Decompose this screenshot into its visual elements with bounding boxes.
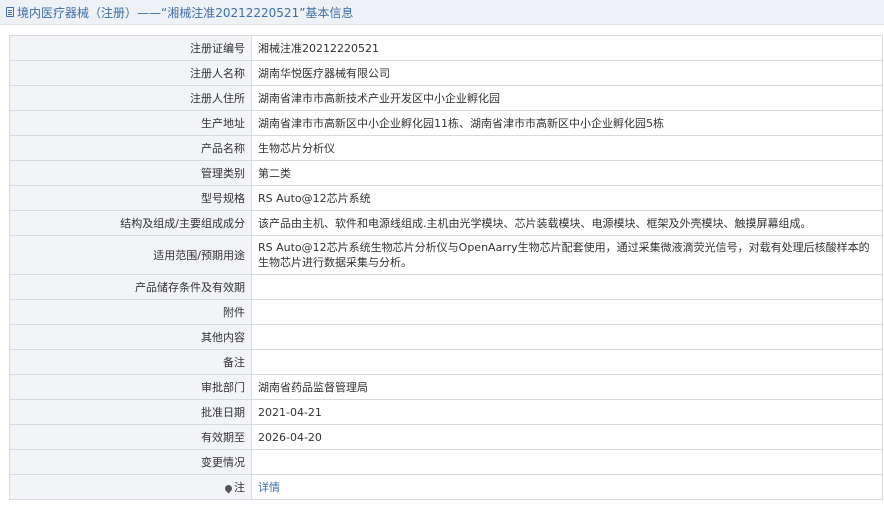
- row-value: 湖南省津市市高新区中小企业孵化园11栋、湖南省津市市高新区中小企业孵化园5栋: [251, 110, 883, 136]
- row-value: [251, 299, 883, 325]
- row-value: RS Auto@12芯片系统: [251, 185, 883, 211]
- row-label: 产品储存条件及有效期: [9, 274, 252, 300]
- row-label: 备注: [9, 349, 252, 375]
- row-label: 审批部门: [9, 374, 252, 400]
- note-value-cell: 详情: [251, 474, 883, 500]
- table-row: 管理类别 第二类: [9, 160, 883, 186]
- row-label: 变更情况: [9, 449, 252, 475]
- row-label: 结构及组成/主要组成成分: [9, 210, 252, 236]
- info-table: 注册证编号 湘械注准20212220521 注册人名称 湖南华悦医疗器械有限公司 注…: [9, 35, 883, 500]
- table-row: 结构及组成/主要组成成分 该产品由主机、软件和电源线组成.主机由光学模块、芯片装载…: [9, 210, 883, 236]
- row-label: 附件: [9, 299, 252, 325]
- page-title: 境内医疗器械（注册）——“湘械注准20212220521”基本信息: [17, 5, 354, 20]
- note-row: 注 详情: [9, 474, 883, 500]
- row-label: 有效期至: [9, 424, 252, 450]
- table-row: 产品储存条件及有效期: [9, 274, 883, 300]
- note-label-cell: 注: [9, 474, 252, 500]
- table-row: 注册人名称 湖南华悦医疗器械有限公司: [9, 60, 883, 86]
- row-value: [251, 274, 883, 300]
- row-value: [251, 449, 883, 475]
- row-label: 适用范围/预期用途: [9, 235, 252, 275]
- detail-link[interactable]: 详情: [258, 481, 280, 494]
- row-label: 批准日期: [9, 399, 252, 425]
- document-icon: [6, 7, 14, 17]
- row-value: 湘械注准20212220521: [251, 35, 883, 61]
- table-row: 产品名称 生物芯片分析仪: [9, 135, 883, 161]
- table-row: 附件: [9, 299, 883, 325]
- row-value: [251, 324, 883, 350]
- table-row: 审批部门 湖南省药品监督管理局: [9, 374, 883, 400]
- row-label: 产品名称: [9, 135, 252, 161]
- row-value: [251, 349, 883, 375]
- row-value: RS Auto@12芯片系统生物芯片分析仪与OpenAarry生物芯片配套使用，…: [251, 235, 883, 275]
- table-row: 注册人住所 湖南省津市市高新技术产业开发区中小企业孵化园: [9, 85, 883, 111]
- table-row: 其他内容: [9, 324, 883, 350]
- row-value: 2021-04-21: [251, 399, 883, 425]
- row-value: 该产品由主机、软件和电源线组成.主机由光学模块、芯片装载模块、电源模块、框架及外…: [251, 210, 883, 236]
- row-value: 2026-04-20: [251, 424, 883, 450]
- row-label: 其他内容: [9, 324, 252, 350]
- page-header: 境内医疗器械（注册）——“湘械注准20212220521”基本信息: [0, 0, 884, 25]
- table-row: 批准日期 2021-04-21: [9, 399, 883, 425]
- row-label: 型号规格: [9, 185, 252, 211]
- row-label: 管理类别: [9, 160, 252, 186]
- table-row: 备注: [9, 349, 883, 375]
- row-label: 生产地址: [9, 110, 252, 136]
- table-row: 生产地址 湖南省津市市高新区中小企业孵化园11栋、湖南省津市市高新区中小企业孵化园…: [9, 110, 883, 136]
- table-row: 适用范围/预期用途 RS Auto@12芯片系统生物芯片分析仪与OpenAarry…: [9, 235, 883, 275]
- row-label: 注册人名称: [9, 60, 252, 86]
- row-value: 生物芯片分析仪: [251, 135, 883, 161]
- row-value: 湖南省津市市高新技术产业开发区中小企业孵化园: [251, 85, 883, 111]
- row-value: 湖南省药品监督管理局: [251, 374, 883, 400]
- row-value: 第二类: [251, 160, 883, 186]
- row-label: 注册人住所: [9, 85, 252, 111]
- table-row: 注册证编号 湘械注准20212220521: [9, 35, 883, 61]
- row-label: 注册证编号: [9, 35, 252, 61]
- note-label: 注: [234, 481, 245, 494]
- table-row: 有效期至 2026-04-20: [9, 424, 883, 450]
- table-row: 型号规格 RS Auto@12芯片系统: [9, 185, 883, 211]
- pin-icon: [223, 483, 234, 493]
- table-row: 变更情况: [9, 449, 883, 475]
- row-value: 湖南华悦医疗器械有限公司: [251, 60, 883, 86]
